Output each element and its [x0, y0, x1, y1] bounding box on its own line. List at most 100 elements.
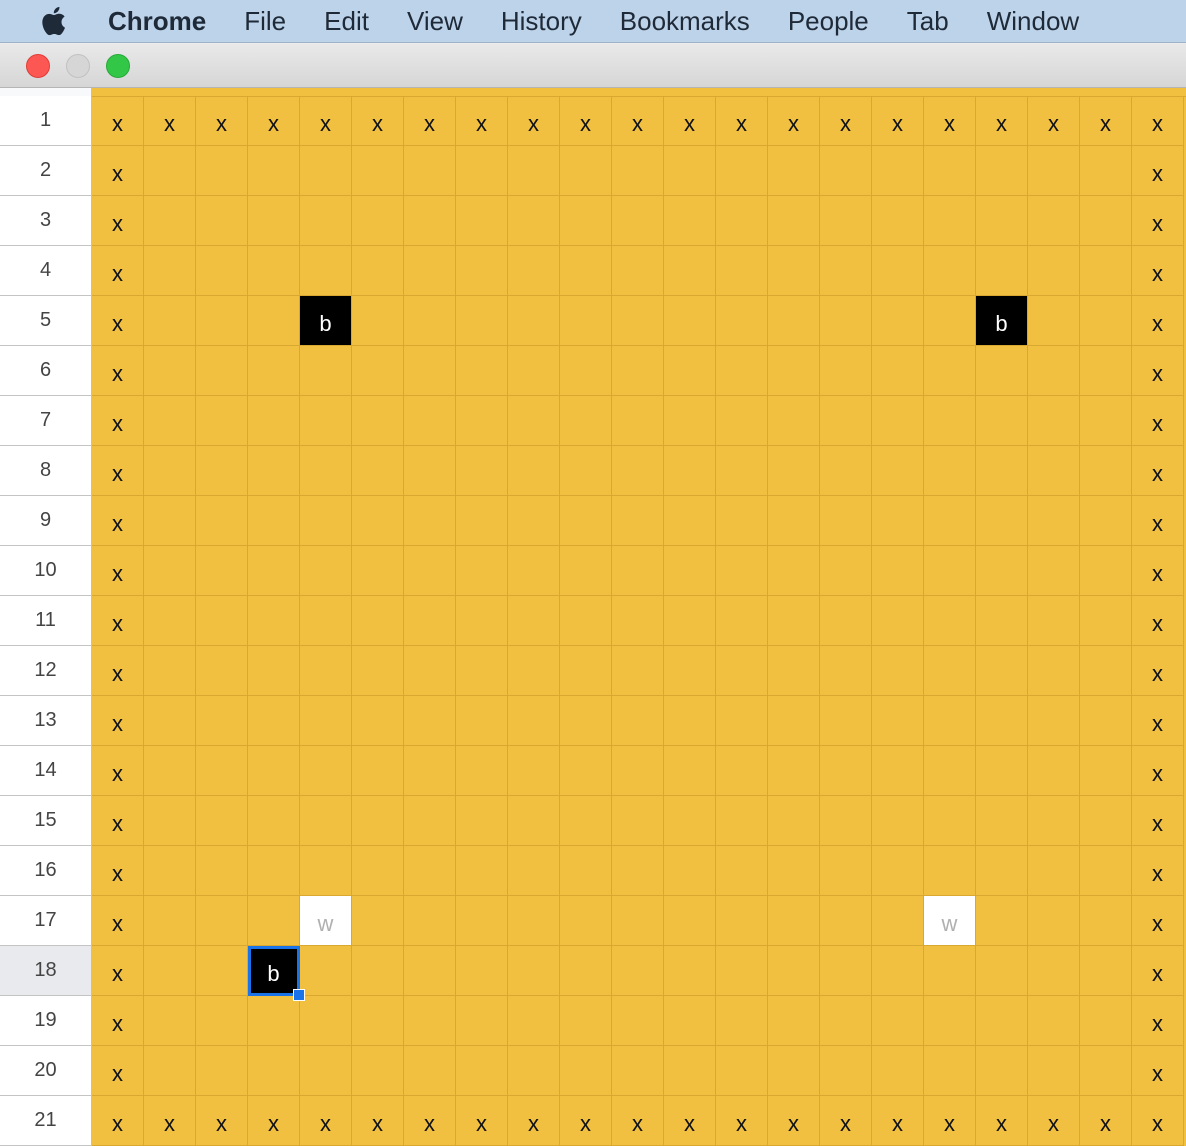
cell-r12-c15[interactable]	[820, 646, 872, 696]
cell-r7-c12[interactable]	[664, 396, 716, 446]
cell-r6-c19[interactable]	[1028, 346, 1080, 396]
cell-r14-c12[interactable]	[664, 746, 716, 796]
cell-r17-c2[interactable]	[144, 896, 196, 946]
cell-r14-c20[interactable]	[1080, 746, 1132, 796]
cell-r12-c7[interactable]	[404, 646, 456, 696]
cell-r19-c21[interactable]: x	[1132, 996, 1184, 1046]
cell-r20-c4[interactable]	[248, 1046, 300, 1096]
cell-r4-c10[interactable]	[560, 246, 612, 296]
menu-view[interactable]: View	[407, 0, 463, 42]
cell-r17-c12[interactable]	[664, 896, 716, 946]
cell-r9-c20[interactable]	[1080, 496, 1132, 546]
cell-r7-c6[interactable]	[352, 396, 404, 446]
cell-r12-c2[interactable]	[144, 646, 196, 696]
cell-r15-c18[interactable]	[976, 796, 1028, 846]
cell-r3-c12[interactable]	[664, 196, 716, 246]
cell-r12-c11[interactable]	[612, 646, 664, 696]
cell-r15-c20[interactable]	[1080, 796, 1132, 846]
cell-r17-c11[interactable]	[612, 896, 664, 946]
cell-r13-c16[interactable]	[872, 696, 924, 746]
cell-r8-c2[interactable]	[144, 446, 196, 496]
cell-r9-c10[interactable]	[560, 496, 612, 546]
cell-r14-c1[interactable]: x	[92, 746, 144, 796]
cell-r21-c9[interactable]: x	[508, 1096, 560, 1146]
cell-r20-c17[interactable]	[924, 1046, 976, 1096]
cell-r6-c10[interactable]	[560, 346, 612, 396]
cell-r2-c21[interactable]: x	[1132, 146, 1184, 196]
cell-r21-c2[interactable]: x	[144, 1096, 196, 1146]
cell-r2-c8[interactable]	[456, 146, 508, 196]
cell-r8-c11[interactable]	[612, 446, 664, 496]
row-header-6[interactable]: 6	[0, 346, 92, 396]
cell-r14-c16[interactable]	[872, 746, 924, 796]
cell-r20-c10[interactable]	[560, 1046, 612, 1096]
cell-r18-c2[interactable]	[144, 946, 196, 996]
cell-r1-c8[interactable]: x	[456, 96, 508, 146]
row-header-7[interactable]: 7	[0, 396, 92, 446]
cell-r13-c5[interactable]	[300, 696, 352, 746]
cell-r4-c5[interactable]	[300, 246, 352, 296]
cell-r17-c19[interactable]	[1028, 896, 1080, 946]
cell-r21-c18[interactable]: x	[976, 1096, 1028, 1146]
row-header-9[interactable]: 9	[0, 496, 92, 546]
cell-r18-c7[interactable]	[404, 946, 456, 996]
cell-r18-c20[interactable]	[1080, 946, 1132, 996]
cell-r13-c7[interactable]	[404, 696, 456, 746]
cell-r1-c6[interactable]: x	[352, 96, 404, 146]
cell-r13-c17[interactable]	[924, 696, 976, 746]
cell-r15-c5[interactable]	[300, 796, 352, 846]
cell-r16-c9[interactable]	[508, 846, 560, 896]
row-header-4[interactable]: 4	[0, 246, 92, 296]
cell-r6-c13[interactable]	[716, 346, 768, 396]
cell-r3-c8[interactable]	[456, 196, 508, 246]
cell-r14-c13[interactable]	[716, 746, 768, 796]
cell-r14-c17[interactable]	[924, 746, 976, 796]
cell-r6-c15[interactable]	[820, 346, 872, 396]
cell-r18-c21[interactable]: x	[1132, 946, 1184, 996]
cell-r14-c9[interactable]	[508, 746, 560, 796]
cell-r9-c9[interactable]	[508, 496, 560, 546]
cell-r5-c14[interactable]	[768, 296, 820, 346]
cell-r4-c16[interactable]	[872, 246, 924, 296]
cell-r1-c2[interactable]: x	[144, 96, 196, 146]
cell-r9-c3[interactable]	[196, 496, 248, 546]
cell-r9-c16[interactable]	[872, 496, 924, 546]
zoom-window-button[interactable]	[106, 54, 130, 78]
cell-r5-c4[interactable]	[248, 296, 300, 346]
row-header-15[interactable]: 15	[0, 796, 92, 846]
cell-r10-c10[interactable]	[560, 546, 612, 596]
cell-r11-c21[interactable]: x	[1132, 596, 1184, 646]
cell-r6-c12[interactable]	[664, 346, 716, 396]
cell-r8-c7[interactable]	[404, 446, 456, 496]
cell-r11-c7[interactable]	[404, 596, 456, 646]
cell-r14-c2[interactable]	[144, 746, 196, 796]
cell-r16-c8[interactable]	[456, 846, 508, 896]
cell-r11-c5[interactable]	[300, 596, 352, 646]
cell-r14-c8[interactable]	[456, 746, 508, 796]
cell-r9-c12[interactable]	[664, 496, 716, 546]
cell-r17-c20[interactable]	[1080, 896, 1132, 946]
cell-r1-c11[interactable]: x	[612, 96, 664, 146]
cell-r20-c14[interactable]	[768, 1046, 820, 1096]
cell-r6-c9[interactable]	[508, 346, 560, 396]
cell-r7-c2[interactable]	[144, 396, 196, 446]
cell-r6-c21[interactable]: x	[1132, 346, 1184, 396]
cell-r2-c6[interactable]	[352, 146, 404, 196]
cell-r13-c3[interactable]	[196, 696, 248, 746]
menu-file[interactable]: File	[244, 0, 286, 42]
cell-r8-c16[interactable]	[872, 446, 924, 496]
cell-r11-c10[interactable]	[560, 596, 612, 646]
cell-r1-c15[interactable]: x	[820, 96, 872, 146]
cell-r5-c5[interactable]: b	[300, 296, 352, 346]
cell-r17-c9[interactable]	[508, 896, 560, 946]
row-header-5[interactable]: 5	[0, 296, 92, 346]
cell-r9-c21[interactable]: x	[1132, 496, 1184, 546]
cell-r15-c3[interactable]	[196, 796, 248, 846]
cell-r9-c8[interactable]	[456, 496, 508, 546]
cell-r18-c8[interactable]	[456, 946, 508, 996]
cell-r10-c11[interactable]	[612, 546, 664, 596]
cell-r6-c8[interactable]	[456, 346, 508, 396]
cell-r6-c11[interactable]	[612, 346, 664, 396]
cell-r12-c6[interactable]	[352, 646, 404, 696]
cell-r15-c8[interactable]	[456, 796, 508, 846]
